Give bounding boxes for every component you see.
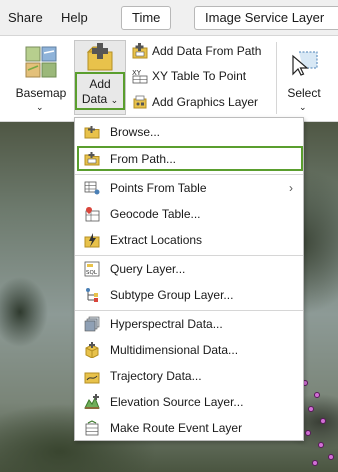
select-button[interactable]: Select ⌄ — [284, 44, 324, 116]
extract-locations-icon — [84, 233, 100, 248]
add-data-label-2-text: Data — [81, 92, 108, 106]
add-data-icon — [86, 43, 113, 71]
menu-item-label: Multidimensional Data... — [110, 343, 239, 357]
add-data-label-1: Add — [89, 77, 111, 91]
trajectory-data-icon — [84, 372, 100, 384]
route-event-layer-icon — [85, 420, 99, 436]
graphics-layer-icon — [133, 95, 147, 109]
tab-help[interactable]: Help — [61, 0, 88, 36]
elevation-source-layer-icon — [84, 394, 100, 409]
basemap-button[interactable]: Basemap ⌄ — [14, 44, 68, 116]
menu-item-elevation-source-layer[interactable]: Elevation Source Layer... — [75, 389, 303, 415]
menu-item-label: Elevation Source Layer... — [110, 395, 244, 409]
tab-share[interactable]: Share — [8, 0, 43, 36]
menu-item-multidimensional-data[interactable]: Multidimensional Data... — [75, 337, 303, 363]
points-from-table-icon — [84, 181, 100, 195]
map-point — [305, 430, 311, 436]
basemap-label: Basemap — [15, 86, 67, 100]
geocode-table-icon — [85, 207, 100, 222]
ribbon: Basemap ⌄ Add Data ⌄ Add Data From Path … — [0, 36, 338, 122]
menu-item-hyperspectral-data[interactable]: Hyperspectral Data... — [75, 311, 303, 337]
map-point — [308, 406, 314, 412]
menu-item-label: Geocode Table... — [110, 207, 201, 221]
menu-item-make-route-event-layer[interactable]: Make Route Event Layer — [75, 415, 303, 441]
map-point — [312, 460, 318, 466]
menu-item-geocode-table[interactable]: Geocode Table... — [75, 201, 303, 227]
basemap-icon — [25, 46, 57, 78]
map-point — [318, 442, 324, 448]
menu-item-browse[interactable]: Browse... — [75, 119, 303, 145]
menu-item-label: Subtype Group Layer... — [110, 288, 234, 302]
svg-text:SQL: SQL — [86, 270, 98, 276]
add-data-label-2: Data ⌄ — [74, 92, 126, 106]
hyperspectral-data-icon — [84, 316, 100, 332]
ribbon-tab-bar: Share Help Time Image Service Layer — [0, 0, 338, 36]
menu-item-extract-locations[interactable]: Extract Locations — [75, 227, 303, 253]
add-data-menu: Browse... From Path... Points From Table… — [74, 117, 304, 441]
ribbon-separator — [276, 42, 277, 114]
add-data-from-path-label: Add Data From Path — [152, 44, 262, 58]
browse-folder-icon — [84, 126, 100, 139]
select-cursor-icon — [292, 51, 318, 76]
menu-item-label: Browse... — [110, 125, 161, 139]
menu-item-label: Trajectory Data... — [110, 369, 202, 383]
subtype-group-layer-icon — [86, 288, 98, 302]
menu-item-label: Query Layer... — [110, 262, 186, 276]
menu-item-trajectory-data[interactable]: Trajectory Data... — [75, 363, 303, 389]
menu-item-label: Points From Table — [110, 181, 207, 195]
menu-item-label: Make Route Event Layer — [110, 421, 243, 435]
multidimensional-data-icon — [85, 342, 99, 358]
add-data-from-path-icon — [132, 43, 148, 59]
chevron-down-icon: ⌄ — [36, 102, 44, 112]
tab-image-service-layer[interactable]: Image Service Layer — [194, 6, 338, 30]
chevron-down-icon: ⌄ — [299, 102, 307, 112]
xy-table-to-point-label: XY Table To Point — [152, 69, 247, 83]
map-point — [320, 418, 326, 424]
chevron-right-icon: › — [289, 181, 293, 195]
select-label: Select — [287, 86, 321, 100]
add-graphics-layer-label: Add Graphics Layer — [152, 95, 259, 109]
chevron-down-icon: ⌄ — [110, 95, 119, 105]
map-point — [314, 392, 320, 398]
map-point — [328, 454, 334, 460]
tab-time[interactable]: Time — [121, 6, 172, 30]
menu-item-points-from-table[interactable]: Points From Table › — [75, 175, 303, 201]
menu-item-subtype-group-layer[interactable]: Subtype Group Layer... — [75, 282, 303, 308]
query-layer-icon: SQL — [84, 261, 100, 277]
xy-table-icon: XY — [132, 69, 148, 84]
menu-item-label: Extract Locations — [110, 233, 203, 247]
menu-item-query-layer[interactable]: SQL Query Layer... — [75, 256, 303, 282]
menu-item-label: Hyperspectral Data... — [110, 317, 223, 331]
from-path-highlight — [77, 146, 303, 171]
